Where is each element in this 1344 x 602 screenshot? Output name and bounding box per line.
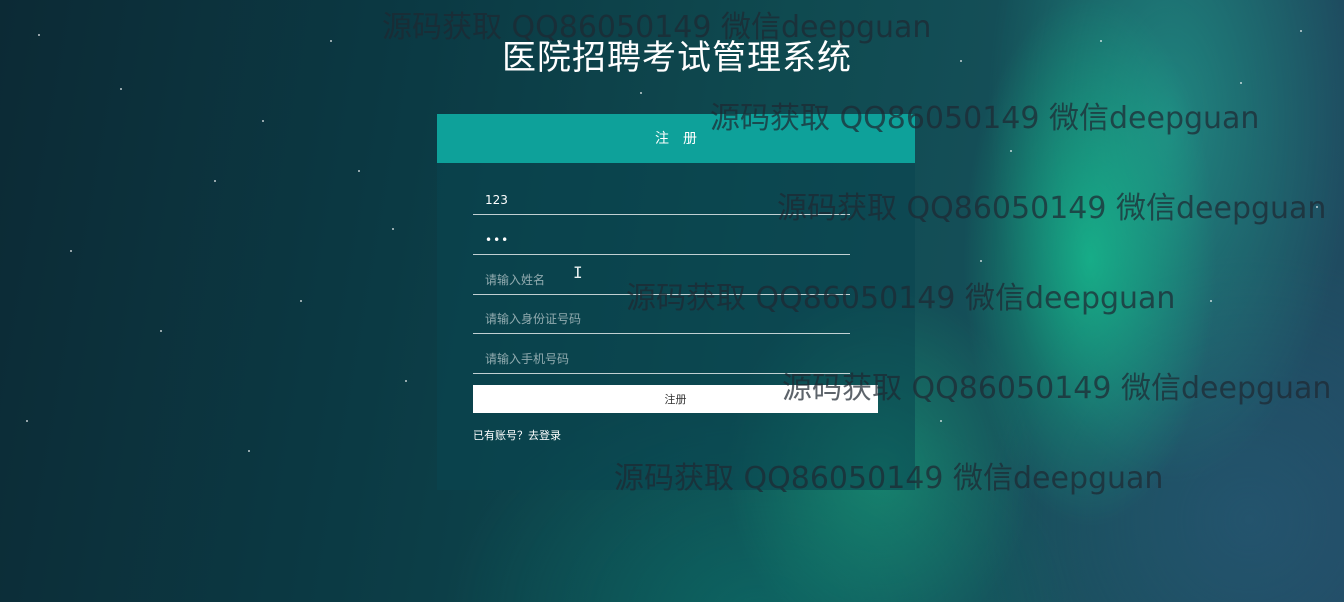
watermark: 源码获取 QQ86050149 微信deepguan xyxy=(614,461,1164,496)
star xyxy=(392,228,394,230)
star xyxy=(120,88,122,90)
star xyxy=(980,260,982,262)
text-cursor-icon: I xyxy=(573,263,583,282)
login-link[interactable]: 已有账号？去登录 xyxy=(473,427,561,443)
star xyxy=(248,450,250,452)
star xyxy=(1240,82,1242,84)
watermark: 源码获取 QQ86050149 微信deepguan xyxy=(710,101,1260,136)
star xyxy=(358,170,360,172)
watermark: 源码获取 QQ86050149 微信deepguan xyxy=(626,281,1176,316)
star xyxy=(405,380,407,382)
star xyxy=(214,180,216,182)
watermark: 源码获取 QQ86050149 微信deepguan xyxy=(777,191,1327,226)
star xyxy=(262,120,264,122)
star xyxy=(26,420,28,422)
star xyxy=(300,300,302,302)
watermark: 源码获取 QQ86050149 微信deepguan xyxy=(782,371,1332,406)
watermark: 源码获取 QQ86050149 微信deepguan xyxy=(382,10,932,45)
password-input[interactable] xyxy=(473,226,850,254)
star xyxy=(70,250,72,252)
star xyxy=(1010,150,1012,152)
star xyxy=(1210,300,1212,302)
password-field xyxy=(473,226,850,255)
star xyxy=(940,420,942,422)
star xyxy=(160,330,162,332)
star xyxy=(640,92,642,94)
